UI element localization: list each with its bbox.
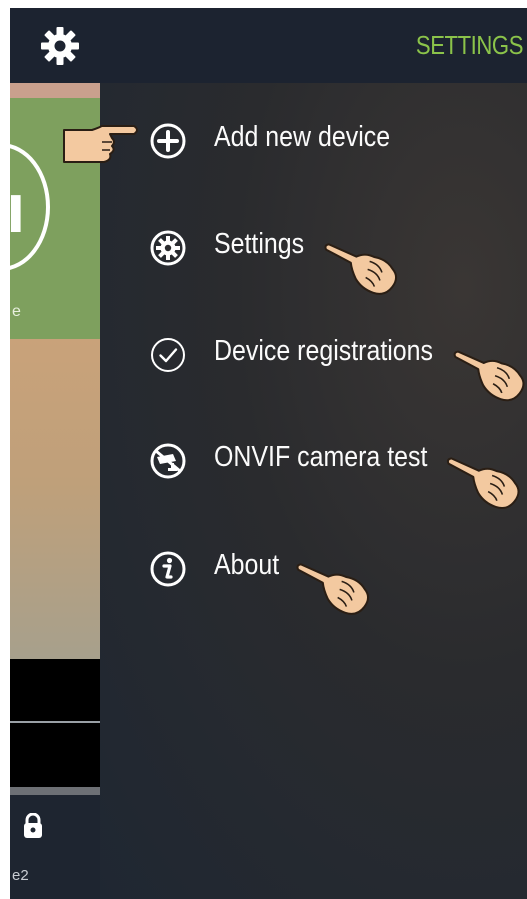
camera-circle-icon <box>150 443 186 479</box>
pointing-hand-icon <box>453 350 525 402</box>
app-header: SETTINGS <box>10 8 527 83</box>
plus-circle-icon <box>150 123 186 159</box>
pointing-hand-icon <box>324 243 398 295</box>
menu-item-label: About <box>214 549 280 581</box>
divider <box>10 787 100 795</box>
menu-item-label: Device registrations <box>214 335 434 367</box>
info-circle-icon <box>150 551 186 587</box>
pointing-hand-icon <box>446 457 520 510</box>
device-tile-label: e <box>12 303 21 320</box>
menu-item-label: Settings <box>214 228 305 260</box>
menu-item-settings[interactable]: Settings <box>100 214 527 274</box>
top-strip <box>10 83 100 98</box>
menu-item-label: Add new device <box>214 121 391 153</box>
pointing-hand-icon <box>63 125 138 163</box>
gear-circle-icon <box>150 230 186 266</box>
check-circle-icon <box>151 338 185 372</box>
video-slot-2[interactable] <box>10 723 100 787</box>
menu-item-label: ONVIF camera test <box>214 441 428 473</box>
camera-preview[interactable] <box>10 339 100 659</box>
lock-icon[interactable] <box>22 813 44 839</box>
background-device-list: ı e e2 <box>10 83 100 899</box>
page-title: SETTINGS <box>415 30 524 60</box>
menu-item-add-new-device[interactable]: Add new device <box>100 107 527 167</box>
device-label: e2 <box>12 867 29 884</box>
device-tile-icon: ı <box>10 169 26 247</box>
pointing-hand-icon <box>296 563 370 615</box>
video-slot-1[interactable] <box>10 659 100 721</box>
gear-icon[interactable] <box>40 26 80 66</box>
